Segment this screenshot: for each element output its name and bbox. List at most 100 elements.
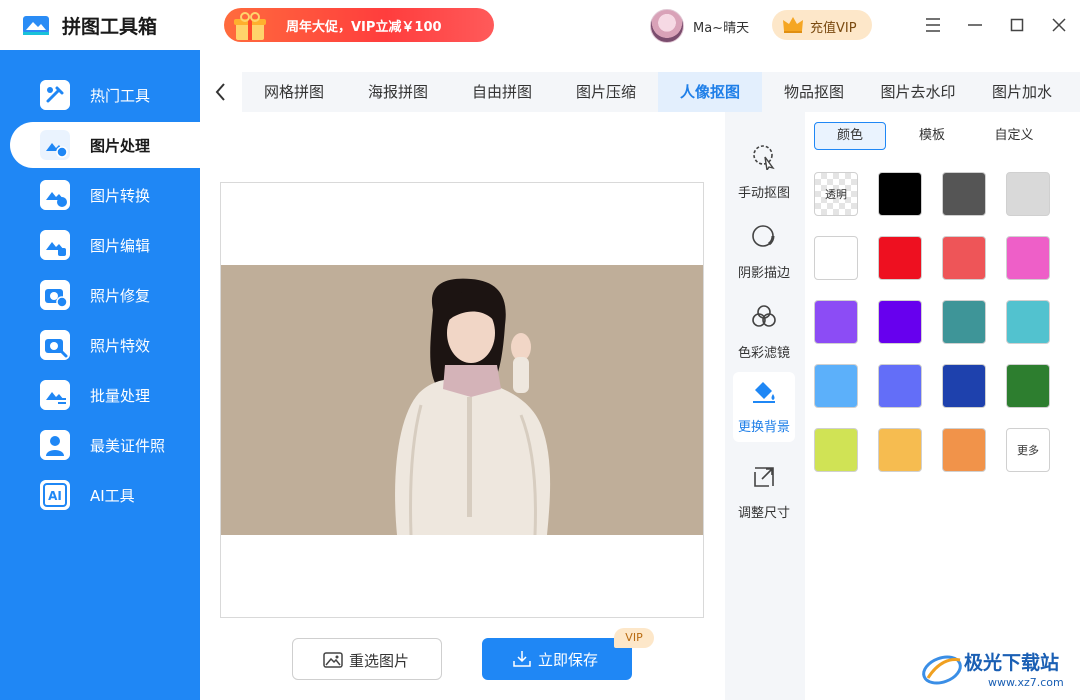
sidebar-item-batch-process[interactable]: 批量处理 (10, 372, 200, 418)
color-swatch[interactable] (878, 364, 922, 408)
color-swatch[interactable] (878, 428, 922, 472)
tab-poster-collage[interactable]: 海报拼图 (346, 72, 450, 112)
username[interactable]: Ma~晴天 (693, 17, 749, 36)
close-button[interactable] (1044, 10, 1074, 40)
hot-tools-icon (40, 80, 70, 110)
tab-bar: 网格拼图 海报拼图 自由拼图 图片压缩 人像抠图 物品抠图 图片去水印 图片加水 (200, 72, 1080, 112)
color-swatch[interactable] (814, 236, 858, 280)
avatar[interactable] (650, 9, 684, 43)
tool-resize[interactable]: 调整尺寸 (733, 458, 795, 528)
app-title: 拼图工具箱 (62, 16, 158, 38)
subtab-custom[interactable]: 自定义 (978, 122, 1050, 150)
sidebar-item-label: 热门工具 (90, 87, 151, 105)
sidebar-item-photo-repair[interactable]: 照片修复 (10, 272, 200, 318)
id-photo-icon (40, 430, 70, 460)
menu-button[interactable] (918, 10, 948, 40)
tool-label: 调整尺寸 (737, 506, 790, 521)
tab-add-watermark[interactable]: 图片加水 (970, 72, 1074, 112)
reselect-image-label: 重选图片 (349, 652, 410, 670)
more-colors-label: 更多 (1017, 444, 1039, 457)
sidebar-item-ai-tools[interactable]: AI AI工具 (10, 472, 200, 518)
sidebar: 热门工具 图片处理 图片转换 图片编辑 照片修复 照片特效 批量处理 最美证件照… (0, 50, 200, 700)
chevron-left-icon[interactable] (210, 80, 232, 104)
color-swatch[interactable] (814, 428, 858, 472)
app-logo-icon (23, 16, 49, 35)
tool-manual-cutout[interactable]: 手动抠图 (733, 138, 795, 208)
tab-portrait-cutout[interactable]: 人像抠图 (658, 72, 762, 112)
ai-tools-icon: AI (40, 480, 70, 510)
sidebar-item-label: 图片编辑 (90, 237, 151, 255)
color-swatch[interactable] (1006, 300, 1050, 344)
color-swatch[interactable] (942, 428, 986, 472)
sidebar-item-image-process[interactable]: 图片处理 (10, 122, 200, 168)
sidebar-item-image-convert[interactable]: 图片转换 (10, 172, 200, 218)
editor-area: 重选图片 立即保存 VIP (200, 112, 725, 700)
color-filter-icon (752, 305, 776, 327)
sidebar-item-photo-effect[interactable]: 照片特效 (10, 322, 200, 368)
color-swatch[interactable] (814, 300, 858, 344)
save-now-button[interactable]: 立即保存 (482, 638, 632, 680)
crown-icon (783, 17, 803, 33)
color-swatch[interactable] (1006, 236, 1050, 280)
manual-cutout-icon (753, 145, 775, 170)
sidebar-item-label: 最美证件照 (90, 437, 166, 455)
download-icon (513, 651, 531, 667)
maximize-icon (1010, 18, 1024, 32)
color-swatch[interactable] (942, 364, 986, 408)
maximize-button[interactable] (1002, 10, 1032, 40)
save-now-label: 立即保存 (538, 651, 599, 669)
tool-label: 手动抠图 (737, 186, 790, 201)
color-swatch[interactable] (1006, 364, 1050, 408)
tool-change-background[interactable]: 更换背景 (733, 372, 795, 442)
paint-bucket-icon (753, 382, 775, 403)
sidebar-item-label: AI工具 (90, 487, 135, 505)
tab-free-collage[interactable]: 自由拼图 (450, 72, 554, 112)
image-edit-icon (40, 230, 70, 260)
tool-shadow-stroke[interactable]: 阴影描边 (733, 218, 795, 288)
title-bar: 拼图工具箱 周年大促，VIP立减￥100 Ma~晴天 充值VIP (0, 0, 1080, 50)
sidebar-item-label: 照片特效 (90, 337, 151, 355)
sidebar-item-label: 照片修复 (90, 287, 151, 305)
sidebar-item-hot-tools[interactable]: 热门工具 (10, 72, 200, 118)
recharge-vip-label: 充值VIP (810, 21, 857, 36)
image-canvas[interactable] (220, 182, 704, 618)
image-process-icon (40, 130, 70, 160)
swatch-transparent[interactable]: 透明 (814, 172, 858, 216)
tab-grid-collage[interactable]: 网格拼图 (242, 72, 346, 112)
promo-banner[interactable]: 周年大促，VIP立减￥100 (224, 8, 494, 42)
color-swatch[interactable] (878, 236, 922, 280)
swatch-transparent-label: 透明 (825, 188, 847, 201)
cutout-tools: 手动抠图 阴影描边 色彩滤镜 更换背景 调整尺寸 (725, 112, 805, 700)
promo-text: 周年大促，VIP立减￥100 (286, 20, 442, 35)
sidebar-item-label: 图片转换 (90, 187, 151, 205)
subtab-color[interactable]: 颜色 (814, 122, 886, 150)
tab-image-compress[interactable]: 图片压缩 (554, 72, 658, 112)
sidebar-item-image-edit[interactable]: 图片编辑 (10, 222, 200, 268)
sidebar-item-id-photo[interactable]: 最美证件照 (10, 422, 200, 468)
batch-process-icon (40, 380, 70, 410)
subtab-template[interactable]: 模板 (896, 122, 968, 150)
color-swatch[interactable] (942, 236, 986, 280)
tool-color-filter[interactable]: 色彩滤镜 (733, 298, 795, 368)
color-swatch[interactable] (1006, 172, 1050, 216)
photo-effect-icon (40, 330, 70, 360)
color-swatch[interactable] (942, 300, 986, 344)
color-swatch[interactable] (814, 364, 858, 408)
minimize-button[interactable] (960, 10, 990, 40)
tab-remove-watermark[interactable]: 图片去水印 (866, 72, 970, 112)
color-swatch[interactable] (878, 300, 922, 344)
portrait-photo (221, 265, 703, 535)
tab-object-cutout[interactable]: 物品抠图 (762, 72, 866, 112)
more-colors-button[interactable]: 更多 (1006, 428, 1050, 472)
color-swatch[interactable] (878, 172, 922, 216)
minimize-icon (968, 24, 982, 26)
vip-badge: VIP (614, 628, 654, 648)
tool-label: 更换背景 (737, 420, 790, 435)
photo-repair-icon (40, 280, 70, 310)
sidebar-item-label: 图片处理 (90, 137, 151, 155)
tab-strip: 网格拼图 海报拼图 自由拼图 图片压缩 人像抠图 物品抠图 图片去水印 图片加水 (242, 72, 1080, 112)
recharge-vip-button[interactable]: 充值VIP (772, 10, 872, 40)
shadow-stroke-icon (752, 225, 775, 247)
color-swatch[interactable] (942, 172, 986, 216)
reselect-image-button[interactable]: 重选图片 (292, 638, 442, 680)
